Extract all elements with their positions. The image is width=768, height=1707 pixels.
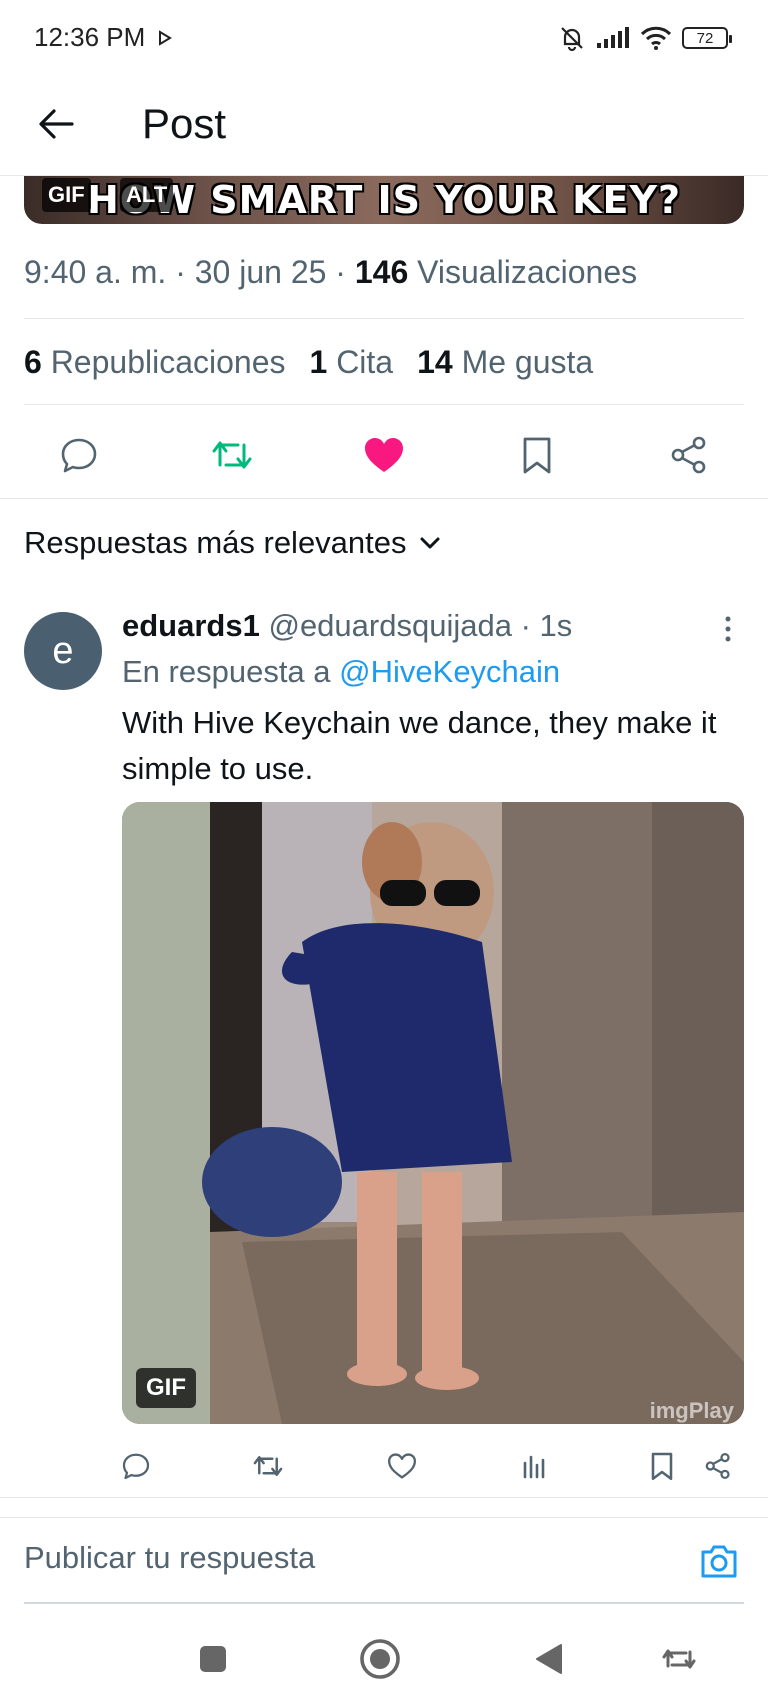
signal-icon [597,27,629,48]
gif-watermark: imgPlay [649,1398,734,1423]
heart-icon [388,1453,416,1479]
status-bar: 12:36 PM 72 [0,0,768,80]
post-meta: 9:40 a. m. · 30 jun 25 · 146 Visualizaci… [24,254,638,290]
post-actions [24,420,744,490]
reply-input[interactable]: Publicar tu respuesta [24,1540,315,1576]
share-button[interactable] [664,430,714,480]
square-icon [200,1646,226,1672]
reposts-stat[interactable]: 6 Republicaciones [24,344,286,381]
battery-icon: 72 [682,27,732,49]
reposts-label: Republicaciones [50,344,286,380]
home-button[interactable] [355,1634,405,1684]
triangle-back-icon [536,1644,562,1674]
reply-context: En respuesta a @HiveKeychain [122,654,560,690]
reply-composer: Publicar tu respuesta [0,1517,768,1607]
arrow-left-icon [39,109,74,139]
recents-button[interactable] [188,1634,238,1684]
reply-gif[interactable]: GIF imgPlay [122,802,744,1424]
divider [24,404,744,405]
reply-author-name[interactable]: eduards1 [122,608,260,643]
reply-like-button[interactable] [382,1446,422,1486]
reply-comment-button[interactable] [116,1446,156,1486]
comment-icon [61,438,97,473]
media-playing-icon [159,30,172,46]
likes-label: Me gusta [461,344,594,380]
reply-to-handle[interactable]: @HiveKeychain [339,654,560,689]
reply-author-handle[interactable]: @eduardsquijada [268,608,511,643]
reply-share-button[interactable] [698,1446,738,1486]
quotes-count: 1 [309,344,328,380]
comment-icon [122,1453,150,1480]
circle-home-icon [360,1639,400,1679]
views-count: 146 [354,254,409,290]
gif-badge: GIF [136,1368,196,1408]
views-label[interactable]: Visualizaciones [417,254,637,290]
back-button[interactable] [30,98,82,150]
status-time: 12:36 PM [34,22,146,52]
reply-button[interactable] [54,430,104,480]
avatar[interactable]: e [24,612,102,690]
reply-header: eduards1 @eduardsquijada · 1s [122,608,573,643]
divider [0,498,768,499]
bar-chart-icon [523,1455,545,1479]
share-icon [705,1452,730,1480]
status-icons: 72 [558,24,732,52]
reply-repost-button[interactable] [248,1446,288,1486]
quotes-label: Cita [336,344,394,380]
likes-stat[interactable]: 14 Me gusta [417,344,593,381]
page-title: Post [142,100,227,147]
more-options-icon[interactable] [722,614,734,644]
reply-views-button[interactable] [514,1446,554,1486]
reply-to-prefix: En respuesta a [122,654,331,689]
divider [24,318,744,319]
chevron-down-icon [420,537,440,549]
divider [0,1497,768,1498]
share-icon [671,436,706,474]
camera-button[interactable] [694,1536,744,1586]
gif-image [122,802,744,1424]
reply-time: 1s [539,608,573,643]
replies-sort-label: Respuestas más relevantes [24,525,407,560]
reply-actions [122,1440,744,1490]
media-gif-badge: GIF [42,178,91,212]
bookmark-button[interactable] [512,430,562,480]
repost-icon [253,1456,283,1476]
reposts-count: 6 [24,344,42,380]
system-nav-bar [0,1610,768,1707]
assistant-button[interactable] [654,1634,704,1684]
input-underline [24,1602,744,1604]
swap-icon [662,1649,696,1669]
back-nav-button[interactable] [524,1634,574,1684]
heart-filled-icon [365,438,403,472]
reply-text: With Hive Keychain we dance, they make i… [122,705,717,786]
bookmark-icon [523,437,550,474]
top-bar: Post [0,80,768,176]
post-media[interactable]: HOW SMART IS YOUR KEY? GIF ALT [24,176,744,224]
battery-level: 72 [696,29,714,47]
repost-button[interactable] [207,430,257,480]
reply-bookmark-button[interactable] [642,1446,682,1486]
media-alt-badge[interactable]: ALT [120,178,174,212]
post-date: 30 jun 25 [194,254,327,290]
post-stats: 6 Republicaciones 1 Cita 14 Me gusta [24,344,593,381]
likes-count: 14 [417,344,453,380]
quotes-stat[interactable]: 1 Cita [310,344,394,381]
like-button[interactable] [359,430,409,480]
repost-icon [212,441,251,469]
camera-icon [701,1545,737,1578]
wifi-icon [640,26,672,50]
post-time: 9:40 a. m. [24,254,167,290]
replies-sort-dropdown[interactable]: Respuestas más relevantes [24,525,441,561]
bell-muted-icon [561,27,583,52]
bookmark-icon [651,1452,673,1481]
